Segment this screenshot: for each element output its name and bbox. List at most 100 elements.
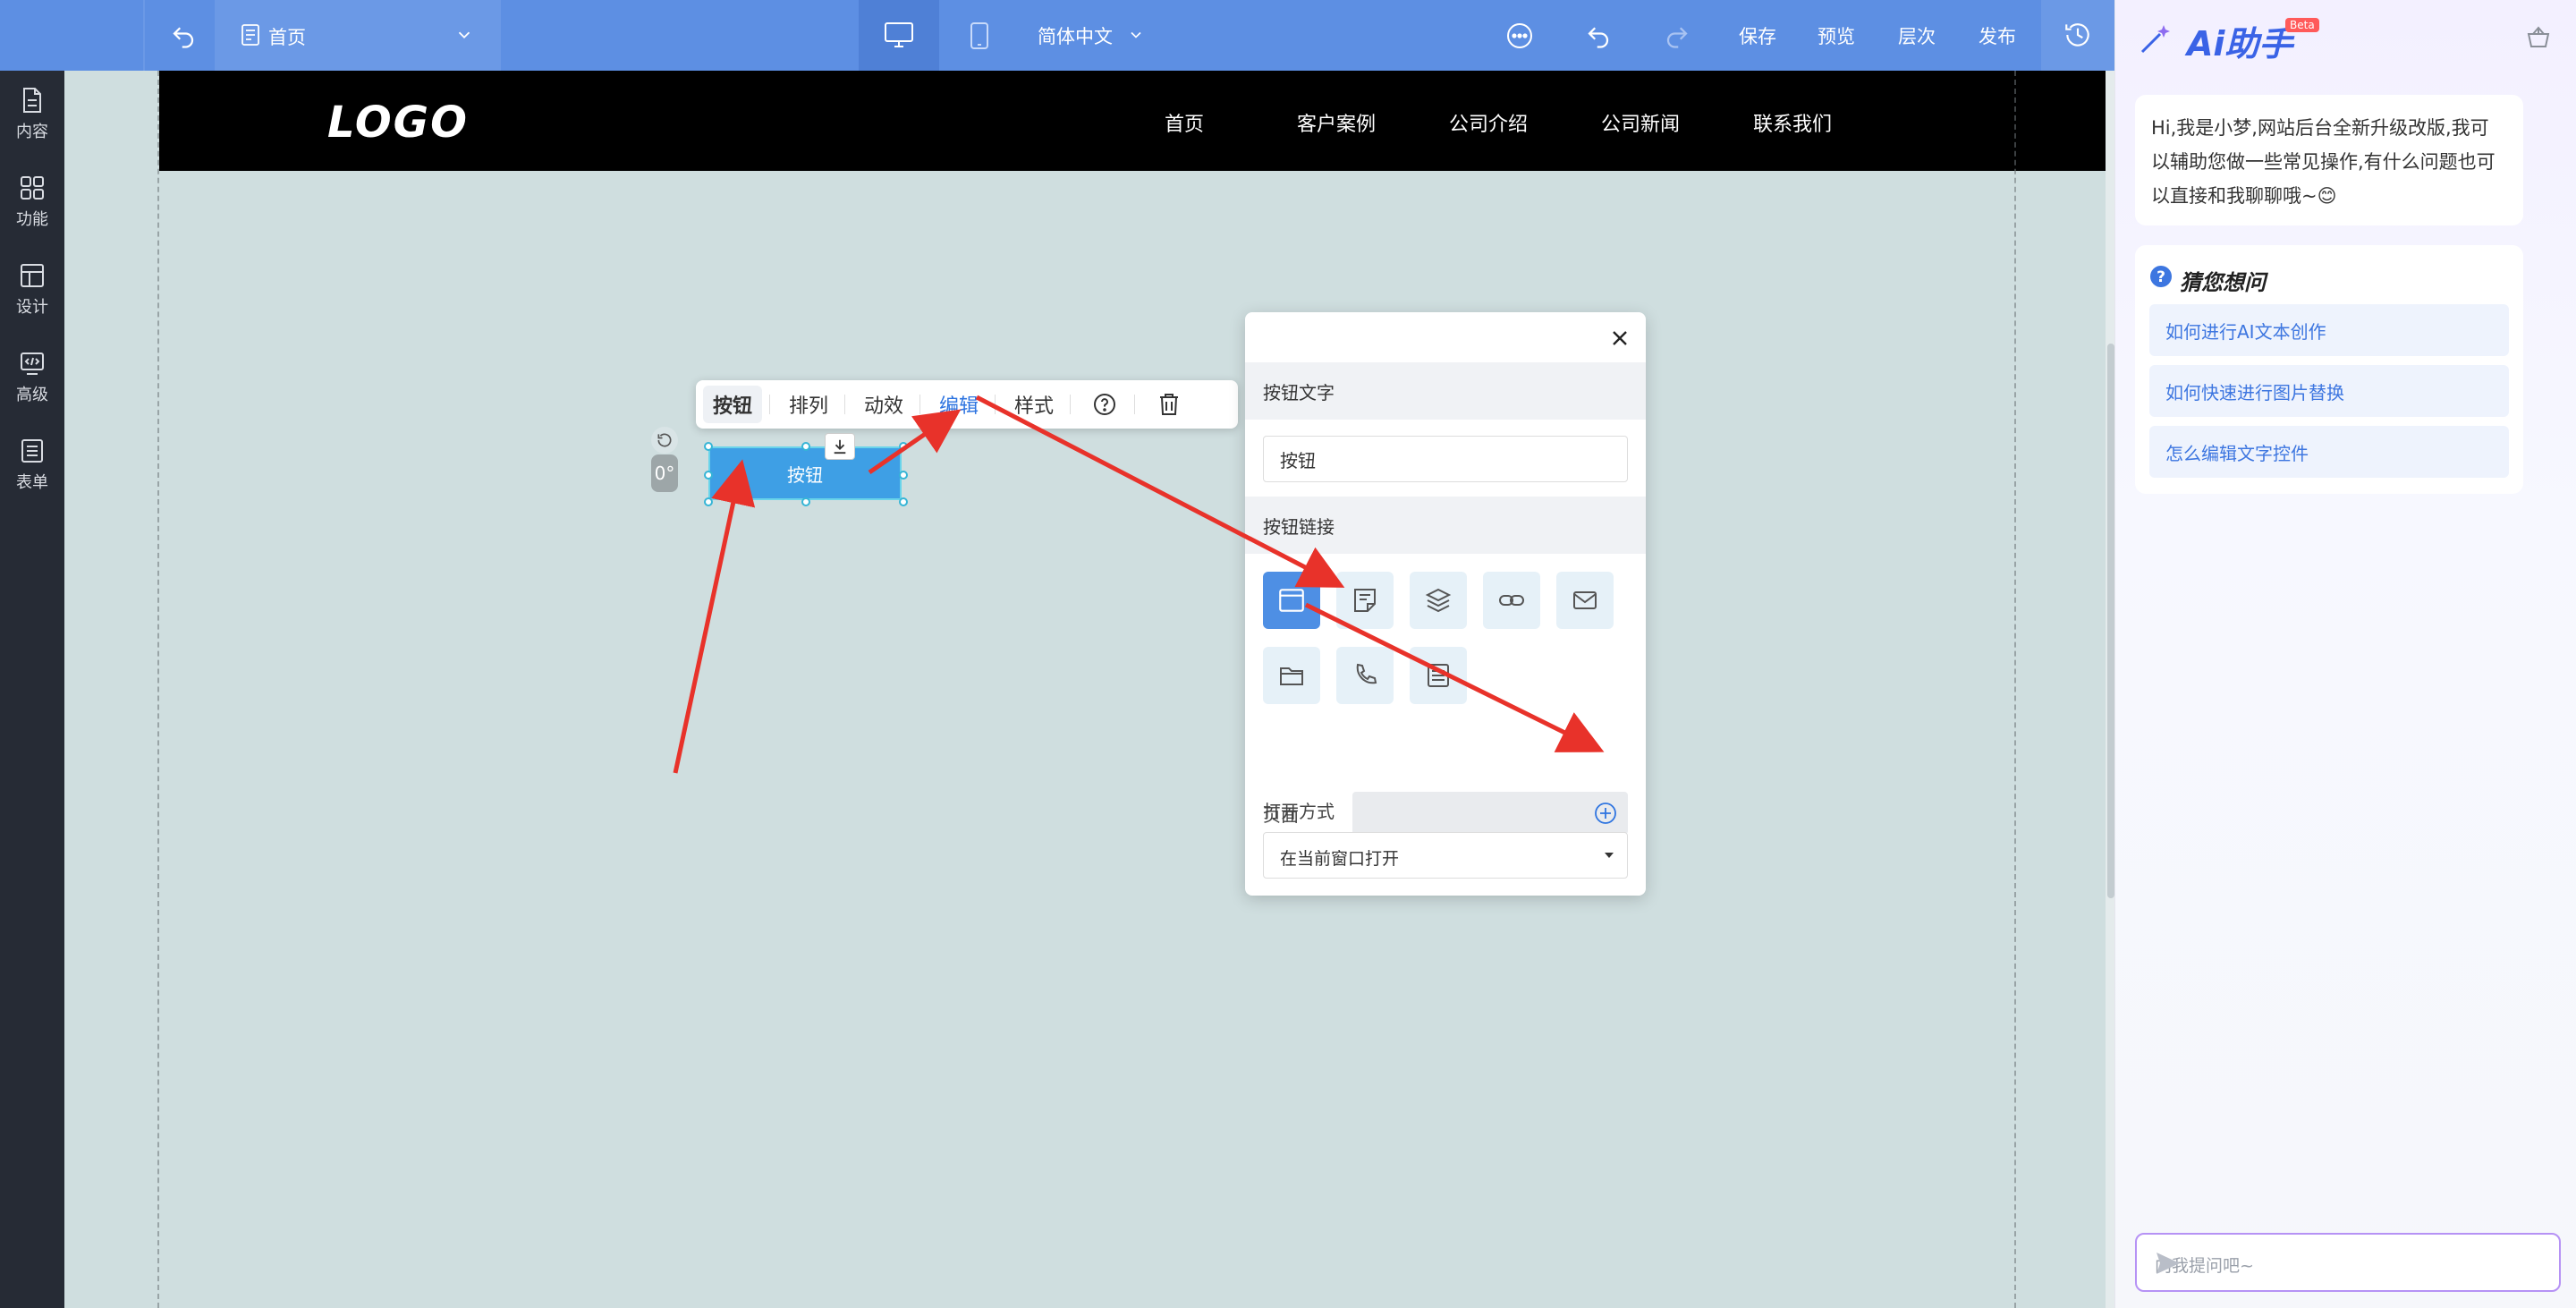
selected-button-element[interactable]: 按钮 <box>708 446 902 500</box>
desktop-view-button[interactable] <box>859 0 939 71</box>
site-header[interactable]: LOGO 首页 客户案例 公司介绍 公司新闻 联系我们 <box>159 71 2114 171</box>
ai-chat-input[interactable]: 向我提问吧~ <box>2135 1233 2561 1292</box>
toolbar-button-type[interactable]: 按钮 <box>703 386 762 423</box>
ai-assistant-panel: Ai助手 Beta Hi,我是小梦,网站后台全新升级改版,我可以辅助您做一些常见… <box>2114 0 2576 1308</box>
language-selector[interactable]: 简体中文 <box>1038 0 1181 71</box>
sidebar-item-design[interactable]: 设计 <box>0 250 64 330</box>
resize-handle[interactable] <box>704 471 713 480</box>
top-toolbar: 首页 简体中文 保存 预览 层次 发布 <box>0 0 2114 71</box>
sidebar-item-label: 内容 <box>16 123 48 141</box>
language-label: 简体中文 <box>1038 25 1113 47</box>
caret-down-icon <box>1602 847 1616 865</box>
ai-greeting-message: Hi,我是小梦,网站后台全新升级改版,我可以辅助您做一些常见操作,有什么问题也可… <box>2135 95 2523 225</box>
suggested-question[interactable]: 如何快速进行图片替换 <box>2149 365 2509 417</box>
mobile-icon <box>970 21 988 49</box>
resize-handle[interactable] <box>704 442 713 451</box>
resize-handle[interactable] <box>899 497 908 506</box>
sidebar-item-label: 设计 <box>16 298 48 317</box>
resize-handle[interactable] <box>704 497 713 506</box>
help-icon[interactable] <box>1075 380 1134 429</box>
toolbar-animation[interactable]: 动效 <box>848 380 919 429</box>
sidebar-item-advanced[interactable]: 高级 <box>0 337 64 418</box>
sidebar-item-label: 表单 <box>16 473 48 492</box>
suggested-question[interactable]: 怎么编辑文字控件 <box>2149 426 2509 478</box>
nav-link-contact[interactable]: 联系我们 <box>1753 108 1832 137</box>
save-button[interactable]: 保存 <box>1726 0 1789 71</box>
button-link-section: 按钮链接 <box>1245 497 1646 554</box>
page-select-field[interactable] <box>1352 792 1628 835</box>
rotate-icon[interactable] <box>651 427 678 454</box>
list-form-icon <box>1428 664 1449 687</box>
open-mode-label: 打开方式 <box>1263 801 1335 822</box>
toolbar-style[interactable]: 样式 <box>998 380 1070 429</box>
document-icon <box>23 88 41 113</box>
link-type-form[interactable] <box>1410 647 1467 704</box>
nav-link-news[interactable]: 公司新闻 <box>1601 108 1680 137</box>
mobile-view-button[interactable] <box>939 0 1020 71</box>
rotation-value[interactable]: 0° <box>651 454 678 492</box>
undo-icon[interactable] <box>1569 0 1628 71</box>
nav-link-home[interactable]: 首页 <box>1165 108 1204 137</box>
download-icon[interactable] <box>825 433 855 460</box>
page-name: 首页 <box>268 27 306 48</box>
article-icon <box>1354 589 1376 612</box>
link-type-email[interactable] <box>1556 572 1614 629</box>
ai-title: Ai助手 <box>2187 24 2293 64</box>
preview-button[interactable]: 预览 <box>1805 0 1868 71</box>
undo-page-icon[interactable] <box>154 0 213 71</box>
publish-button[interactable]: 发布 <box>1966 0 2029 71</box>
site-logo[interactable]: LOGO <box>327 98 469 148</box>
button-text-input[interactable]: 按钮 <box>1263 436 1628 482</box>
add-circle-icon[interactable] <box>1594 802 1617 828</box>
resize-handle[interactable] <box>801 442 810 451</box>
link-type-layer[interactable] <box>1410 572 1467 629</box>
page-window-icon <box>1279 589 1304 612</box>
resize-handle[interactable] <box>801 497 810 506</box>
nav-link-about[interactable]: 公司介绍 <box>1449 108 1528 137</box>
clear-basket-icon[interactable] <box>2525 23 2552 54</box>
delete-icon[interactable] <box>1138 380 1200 429</box>
link-type-file[interactable] <box>1263 647 1320 704</box>
suggested-questions-card: ? 猜您想问 如何进行AI文本创作 如何快速进行图片替换 怎么编辑文字控件 <box>2135 245 2523 494</box>
left-sidebar: 内容 功能 设计 高级 表单 <box>0 71 64 1308</box>
element-toolbar: 按钮 排列 动效 编辑 样式 <box>696 380 1238 429</box>
resize-handle[interactable] <box>899 471 908 480</box>
phone-icon <box>1356 663 1377 684</box>
history-button[interactable] <box>2041 0 2114 71</box>
sidebar-item-content[interactable]: 内容 <box>0 74 64 155</box>
link-type-url[interactable] <box>1483 572 1540 629</box>
page-icon <box>240 23 261 50</box>
history-icon <box>2063 20 2093 54</box>
suggested-question[interactable]: 如何进行AI文本创作 <box>2149 304 2509 356</box>
open-mode-value: 在当前窗口打开 <box>1280 849 1400 869</box>
desktop-icon <box>884 21 914 52</box>
redo-icon[interactable] <box>1648 0 1707 71</box>
form-icon <box>21 439 43 463</box>
sidebar-item-form[interactable]: 表单 <box>0 425 64 505</box>
mail-icon <box>1573 591 1597 609</box>
toolbar-edit[interactable]: 编辑 <box>923 380 995 429</box>
more-icon[interactable] <box>1490 0 1549 71</box>
layout-icon <box>21 264 44 287</box>
chevron-down-icon <box>454 25 474 48</box>
button-text-section: 按钮文字 <box>1245 362 1646 420</box>
sidebar-item-function[interactable]: 功能 <box>0 162 64 242</box>
open-mode-select[interactable]: 在当前窗口打开 <box>1263 832 1628 879</box>
layers-button[interactable]: 层次 <box>1885 0 1948 71</box>
guide-line-left <box>157 71 159 1308</box>
nav-link-cases[interactable]: 客户案例 <box>1297 108 1376 137</box>
close-icon[interactable] <box>1610 328 1630 352</box>
toolbar-arrange[interactable]: 排列 <box>773 380 844 429</box>
canvas-scrollbar-thumb[interactable] <box>2107 344 2114 898</box>
magic-wand-icon <box>2137 21 2173 61</box>
chevron-down-icon <box>1127 26 1145 48</box>
resize-handle[interactable] <box>899 442 908 451</box>
question-icon: ? <box>2149 265 2173 292</box>
grid-icon <box>21 176 44 200</box>
link-type-phone[interactable] <box>1336 647 1394 704</box>
page-selector[interactable]: 首页 <box>215 0 501 71</box>
link-type-page[interactable] <box>1263 572 1320 629</box>
send-icon[interactable] <box>2155 1251 2541 1280</box>
layers-icon <box>1425 588 1452 613</box>
link-type-article[interactable] <box>1336 572 1394 629</box>
